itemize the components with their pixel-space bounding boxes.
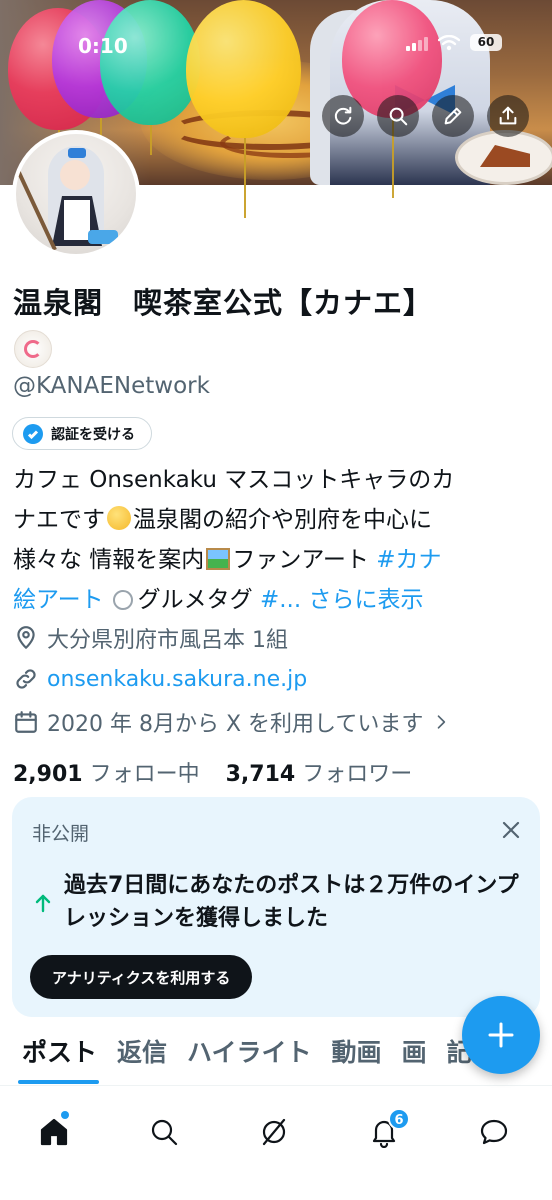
bio-line: カフェ Onsenkaku マスコットキャラのカ (13, 467, 455, 493)
avatar-image (16, 134, 136, 254)
hashtag-link[interactable]: 絵アート (13, 587, 104, 613)
close-card-button[interactable] (500, 819, 522, 841)
close-icon (502, 821, 520, 839)
get-verified-label: 認証を受ける (51, 426, 135, 443)
location-pin-icon (17, 626, 35, 649)
bio-line: 様々な 情報を案内 ファンアート #カナ (13, 547, 442, 573)
private-label: 非公開 (32, 823, 90, 845)
refresh-button[interactable] (322, 95, 364, 137)
nav-home[interactable] (24, 1102, 84, 1162)
edit-icon (444, 107, 462, 125)
following-link[interactable]: 2,901 フォロー中 (13, 756, 200, 788)
chevron-right-icon (438, 715, 446, 729)
smile-emoji-icon (107, 506, 131, 530)
private-analytics-card: 非公開 過去7日間にあなたのポストは２万件のインプレッションを獲得しました アナ… (12, 797, 540, 1017)
balloon-green (100, 0, 200, 155)
location-row: 大分県別府市風呂本 1組 (13, 622, 288, 654)
plus-icon (488, 1022, 514, 1048)
avatar[interactable] (12, 130, 140, 258)
home-unread-dot (61, 1111, 69, 1119)
website-row[interactable]: onsenkaku.sakura.ne.jp (13, 666, 307, 692)
trend-up-arrow-icon (34, 893, 52, 913)
bio-line: 絵アート グルメタグ #... さらに表示 (13, 587, 424, 613)
nav-search[interactable] (134, 1102, 194, 1162)
naruto-emoji-icon (14, 330, 52, 368)
status-icons: 60 (406, 34, 502, 51)
share-icon (499, 106, 517, 125)
follow-stats: 2,901 フォロー中 3,714 フォロワー (13, 756, 412, 788)
nav-grok[interactable] (244, 1102, 304, 1162)
calendar-icon (15, 711, 37, 733)
nav-notifications[interactable]: 6 (354, 1102, 414, 1162)
tab-replies[interactable]: 返信 (107, 1030, 177, 1086)
link-icon (16, 669, 36, 689)
wifi-icon (438, 34, 460, 50)
joined-text: 2020 年 8月から X を利用しています (47, 712, 424, 737)
edit-button[interactable] (432, 95, 474, 137)
search-icon (151, 1119, 178, 1146)
nav-messages[interactable] (464, 1102, 524, 1162)
search-button[interactable] (377, 95, 419, 137)
impressions-message: 過去7日間にあなたのポストは２万件のインプレッションを獲得しました (64, 873, 519, 931)
followers-link[interactable]: 3,714 フォロワー (226, 756, 413, 788)
search-icon (389, 107, 408, 126)
notification-count-badge: 6 (388, 1108, 410, 1130)
compose-post-button[interactable] (462, 996, 540, 1074)
share-button[interactable] (487, 95, 529, 137)
plate-emoji-icon (108, 588, 134, 610)
hashtag-link[interactable]: #... (260, 587, 301, 613)
hashtag-link[interactable]: #カナ (376, 547, 441, 573)
joined-row[interactable]: 2020 年 8月から X を利用しています (13, 706, 451, 738)
status-time: 0:10 (78, 34, 128, 58)
location-text: 大分県別府市風呂本 1組 (47, 628, 288, 653)
grok-icon (262, 1118, 286, 1146)
website-link[interactable]: onsenkaku.sakura.ne.jp (47, 667, 307, 692)
messages-icon (480, 1119, 508, 1145)
tab-images[interactable]: 画 (392, 1030, 437, 1086)
balloon-yellow (186, 0, 301, 218)
display-name: 温泉閣 喫茶室公式【カナエ】 (13, 286, 434, 320)
tabs-divider (0, 1085, 552, 1086)
picture-emoji-icon (206, 548, 231, 570)
verified-badge-icon (23, 423, 43, 444)
get-verified-button[interactable]: 認証を受ける (12, 417, 152, 450)
active-tab-indicator (18, 1080, 100, 1084)
tab-posts[interactable]: ポスト (0, 1030, 107, 1086)
tab-videos[interactable]: 動画 (322, 1030, 392, 1086)
user-handle: @KANAENetwork (13, 373, 210, 399)
tab-highlights[interactable]: ハイライト (177, 1030, 322, 1086)
bottom-navigation: 6 (0, 1088, 552, 1200)
refresh-icon (334, 106, 352, 125)
home-icon (40, 1118, 68, 1146)
show-more-link[interactable]: さらに表示 (308, 587, 423, 613)
profile-bio: カフェ Onsenkaku マスコットキャラのカ ナエです 温泉閣の紹介や別府を中… (13, 460, 539, 620)
battery-indicator: 60 (470, 34, 502, 51)
signal-icon (406, 35, 428, 51)
bio-line: ナエです 温泉閣の紹介や別府を中心に (13, 506, 432, 533)
use-analytics-button[interactable]: アナリティクスを利用する (30, 955, 253, 999)
